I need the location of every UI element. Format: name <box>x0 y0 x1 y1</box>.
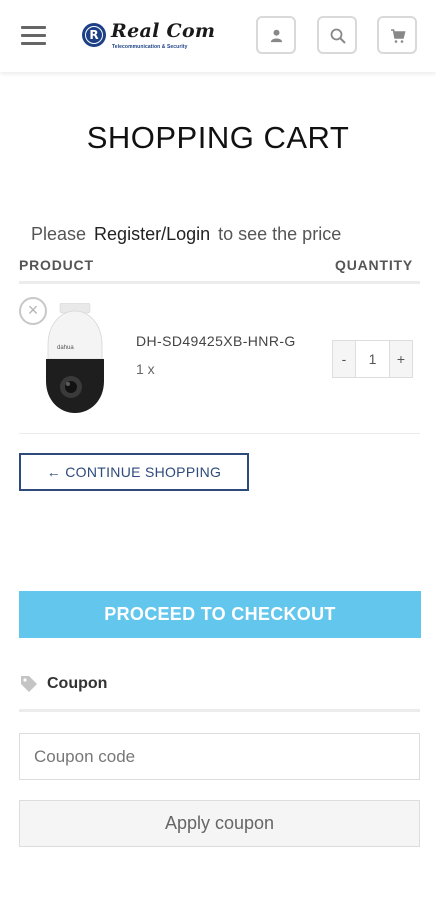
search-button[interactable] <box>317 16 357 54</box>
page-title: SHOPPING CART <box>86 120 350 155</box>
login-notice: Please Register/Login to see the price <box>31 224 341 245</box>
coupon-heading-label: Coupon <box>47 675 108 692</box>
brand-name: Real Com <box>111 20 216 42</box>
camera-brand-label: dahua <box>57 345 74 351</box>
coupon-code-input[interactable] <box>19 733 420 780</box>
product-image[interactable]: dahua <box>38 303 113 415</box>
logo-mark-icon: R <box>82 23 106 47</box>
login-notice-prefix: Please <box>31 224 87 244</box>
continue-shopping-button[interactable]: ← CONTINUE SHOPPING <box>19 453 249 491</box>
cart-icon <box>391 29 406 43</box>
login-notice-suffix: to see the price <box>218 224 342 244</box>
divider <box>19 433 420 434</box>
user-icon <box>270 29 283 43</box>
coupon-heading: Coupon <box>19 673 107 695</box>
column-header-product: PRODUCT <box>19 257 94 273</box>
divider <box>19 281 420 284</box>
product-name[interactable]: DH-SD49425XB-HNR-G <box>136 333 296 349</box>
divider <box>19 709 420 712</box>
column-header-quantity: QUANTITY <box>335 257 413 273</box>
quantity-input[interactable]: 1 <box>355 341 390 377</box>
proceed-to-checkout-button[interactable]: PROCEED TO CHECKOUT <box>19 591 421 638</box>
search-icon <box>330 28 346 44</box>
site-header: R Real Com Telecommunication & Security <box>0 0 436 72</box>
menu-icon[interactable] <box>21 26 46 46</box>
product-quantity-text: 1 x <box>136 361 155 377</box>
quantity-increase-button[interactable]: + <box>390 341 412 377</box>
brand-tagline: Telecommunication & Security <box>112 44 188 50</box>
account-button[interactable] <box>256 16 296 54</box>
brand-logo[interactable]: R Real Com Telecommunication & Security <box>80 20 225 54</box>
quantity-stepper: - 1 + <box>332 340 413 378</box>
tag-icon <box>21 676 37 692</box>
register-login-link[interactable]: Register/Login <box>94 224 210 244</box>
apply-coupon-button[interactable]: Apply coupon <box>19 800 420 847</box>
cart-button[interactable] <box>377 16 417 54</box>
quantity-decrease-button[interactable]: - <box>333 341 355 377</box>
